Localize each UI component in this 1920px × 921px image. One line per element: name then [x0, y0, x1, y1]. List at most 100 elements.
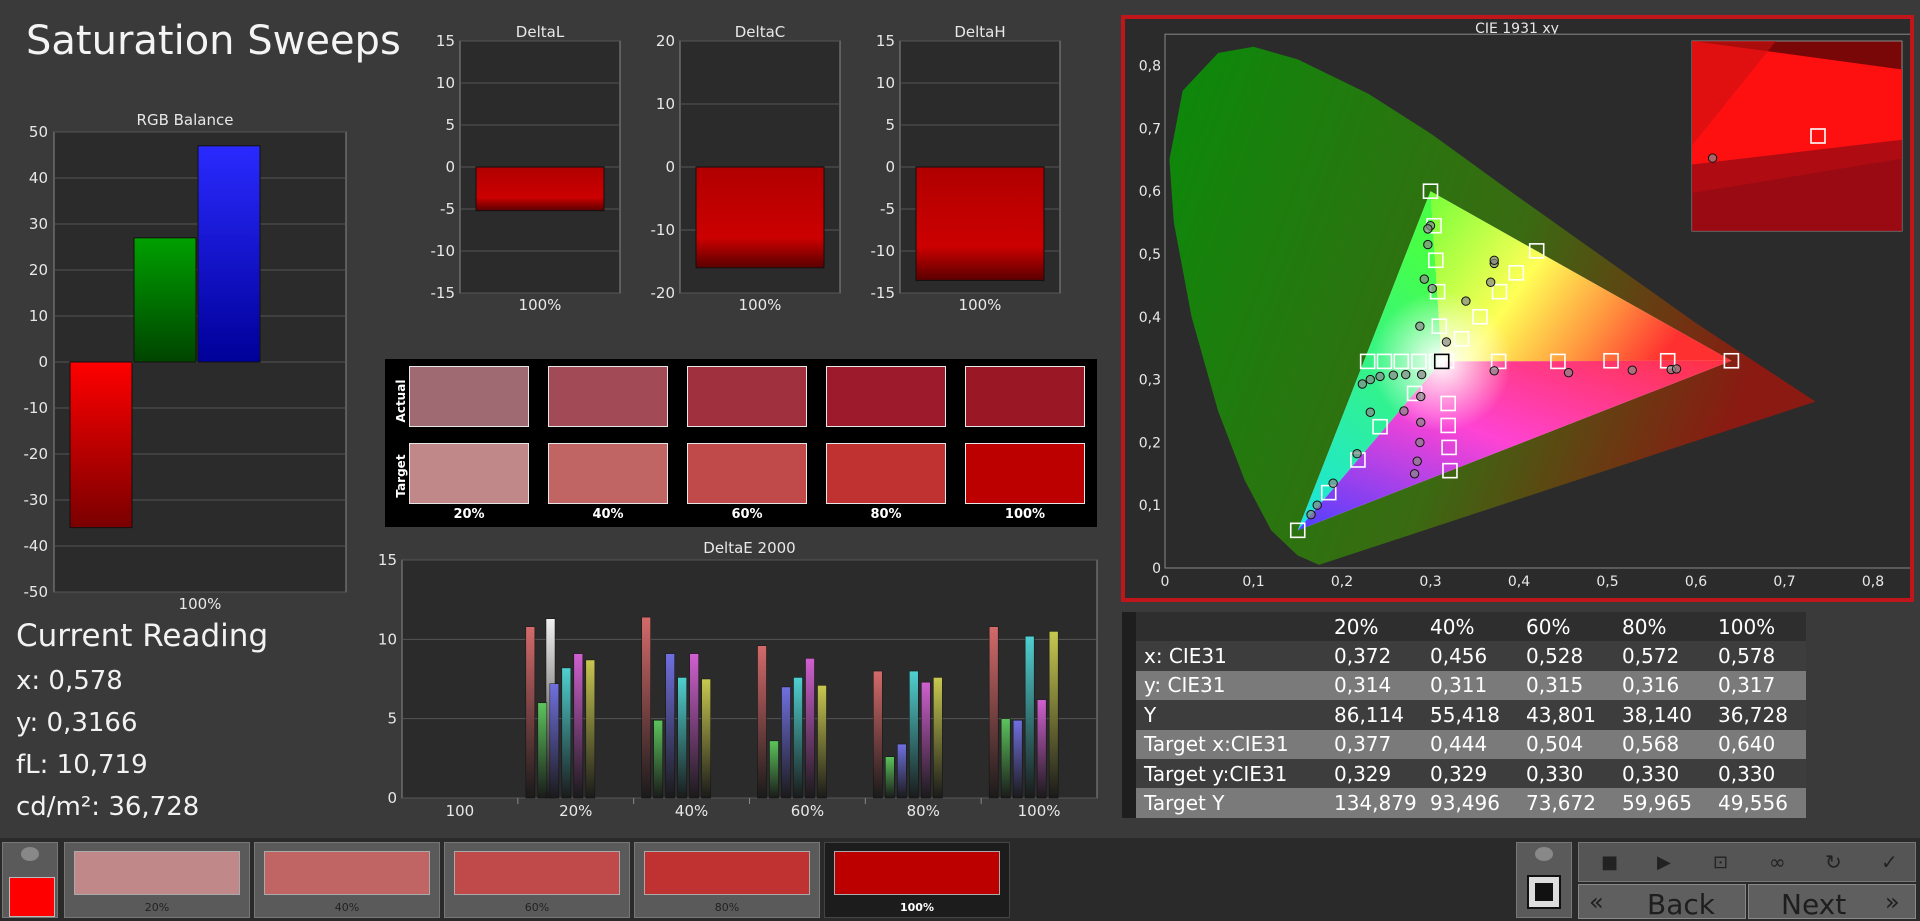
y-tick-label: -20: [651, 284, 676, 302]
actual-marker: [1399, 406, 1409, 416]
cie-chart: CIE 1931 xy 0 0,1 0,2 0,3 0,4 0,5 0,6 0,7 0,80,8…: [1139, 21, 1918, 590]
stop-square-icon[interactable]: [1527, 875, 1561, 909]
rgb-bar-blue: [197, 145, 261, 363]
page-title: Saturation Sweeps: [26, 18, 401, 64]
y-tick-label: 0,4: [1139, 310, 1161, 326]
actual-swatch: [965, 366, 1085, 427]
y-tick-label: 0,1: [1139, 498, 1161, 514]
table-cell: 38,140: [1614, 700, 1710, 730]
tile-label: 60%: [524, 901, 550, 914]
delta-x-label: 100%: [959, 296, 1002, 314]
actual-marker: [1423, 239, 1433, 250]
sweep-tile-60pct[interactable]: 60%: [444, 842, 630, 918]
next-button[interactable]: Next »: [1748, 884, 1916, 921]
delta-chart-title: DeltaH: [954, 24, 1005, 41]
sweep-tile-100pct[interactable]: 100%: [824, 842, 1010, 918]
table-cell: 0,330: [1518, 758, 1614, 789]
actual-marker: [1388, 370, 1399, 380]
y-tick-label: 15: [378, 551, 397, 569]
actual-marker: [1423, 224, 1433, 234]
delta-e-bar: [909, 670, 919, 799]
stop-icon[interactable]: ■: [1601, 852, 1618, 873]
check-icon[interactable]: ✓: [1881, 850, 1898, 874]
table-cell: 0,572: [1614, 641, 1710, 671]
delta-e-bar: [525, 626, 536, 799]
x-tick-label: 0,7: [1773, 574, 1795, 590]
delta-e-bar: [885, 756, 895, 799]
playback-controls: ■ ▶ ⊡ ∞ ↻ ✓: [1578, 842, 1916, 882]
back-button[interactable]: « Back: [1578, 884, 1746, 921]
y-tick-label: -10: [24, 399, 49, 417]
y-tick-label: 30: [29, 215, 48, 233]
table-cell: 0,329: [1326, 758, 1422, 789]
delta-e-bar: [549, 683, 560, 799]
delta-x-label: 100%: [739, 296, 782, 314]
delta-bar: [915, 166, 1045, 281]
delta-e-bar: [689, 653, 699, 799]
tile-color-chip: [834, 851, 1000, 895]
sweep-tile-40pct[interactable]: 40%: [254, 842, 440, 918]
actual-marker: [1416, 369, 1427, 380]
table-cell: 55,418: [1422, 700, 1518, 730]
target-swatch: [409, 443, 529, 504]
table-cell: 49,556: [1710, 788, 1806, 818]
y-tick-label: -40: [24, 537, 49, 555]
actual-marker: [1416, 391, 1426, 402]
rgb-balance-chart: RGB Balance 50 40 30 20 10 0 -10 -20 -30 -40 -50 1…: [24, 111, 347, 613]
delta-e-bar: [805, 658, 815, 799]
y-tick-label: 10: [436, 74, 455, 92]
refresh-icon[interactable]: ↻: [1825, 850, 1842, 874]
delta-e-bar: [573, 653, 584, 799]
delta-l-chart: DeltaL 15 10 5 0 -5 -10 -15 100%: [431, 24, 621, 314]
table-cell: 0,317: [1710, 670, 1806, 701]
reading-x: x: 0,578: [16, 666, 123, 696]
y-tick-label: 0,3: [1139, 373, 1161, 389]
table-row: Target Y 134,879 93,496 73,672 59,965 49…: [1122, 788, 1806, 818]
scroll-up-icon[interactable]: [1535, 847, 1553, 861]
x-tick-label: 100: [446, 802, 475, 820]
delta-e-bar: [653, 720, 663, 799]
sweep-tile-80pct[interactable]: 80%: [634, 842, 820, 918]
actual-marker: [1461, 296, 1471, 306]
actual-marker: [1312, 500, 1322, 510]
sweep-tile-20pct[interactable]: 20%: [64, 842, 250, 918]
tile-label: 100%: [900, 901, 934, 914]
current-color-control[interactable]: [2, 842, 58, 918]
cie-chart-frame: CIE 1931 xy 0 0,1 0,2 0,3 0,4 0,5 0,6 0,7 0,8 0,8…: [1121, 15, 1918, 602]
table-cell: 0,504: [1518, 729, 1614, 759]
actual-marker: [1401, 369, 1411, 380]
table-cell: 93,496: [1422, 788, 1518, 818]
x-tick-label: 0,2: [1331, 574, 1353, 590]
y-tick-label: 5: [387, 710, 397, 728]
table-cell: 0,330: [1614, 758, 1710, 789]
actual-swatch: [687, 366, 807, 427]
actual-marker: [1671, 364, 1682, 374]
delta-x-label: 100%: [519, 296, 562, 314]
delta-e-bar: [781, 686, 791, 799]
delta-e-bar: [665, 653, 675, 799]
row-label: Target x:CIE31: [1136, 729, 1326, 759]
x-tick-label: 0,6: [1685, 574, 1707, 590]
delta-e-bar: [641, 616, 651, 799]
actual-marker: [1415, 321, 1425, 331]
stop-control[interactable]: [1516, 842, 1572, 918]
table-header-row: 20% 40% 60% 80% 100%: [1122, 612, 1806, 642]
frame-icon[interactable]: ⊡: [1713, 852, 1728, 873]
scroll-up-icon[interactable]: [21, 847, 39, 861]
y-tick-label: -15: [871, 284, 896, 302]
y-tick-label: 0,6: [1139, 184, 1161, 200]
loop-icon[interactable]: ∞: [1769, 850, 1786, 874]
actual-marker: [1375, 371, 1385, 382]
actual-marker: [1365, 407, 1376, 417]
actual-swatch: [409, 366, 529, 427]
next-label: Next: [1781, 888, 1847, 921]
x-tick-label: 80%: [907, 802, 940, 820]
zoom-actual-marker: [1707, 153, 1718, 163]
play-icon[interactable]: ▶: [1657, 852, 1671, 873]
rgb-bar-green: [133, 237, 197, 363]
y-tick-label: 0: [1152, 561, 1161, 577]
row-label: y: CIE31: [1136, 670, 1326, 701]
delta-e-bar: [677, 677, 687, 799]
y-tick-label: -50: [24, 583, 49, 601]
delta-e-bar: [933, 677, 943, 799]
